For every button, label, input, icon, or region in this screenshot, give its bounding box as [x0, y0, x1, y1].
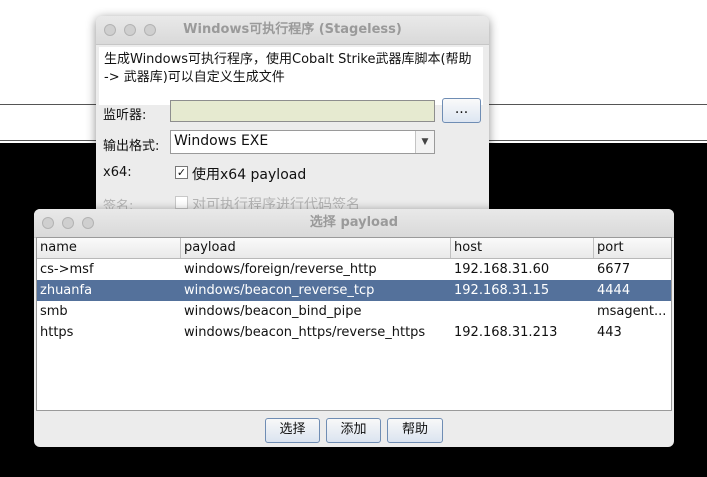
description-text: 生成Windows可执行程序，使用Cobalt Strike武器库脚本(帮助 -… — [99, 47, 483, 105]
cell-name: smb — [40, 304, 68, 319]
listener-field[interactable] — [170, 100, 435, 122]
listener-label: 监听器: — [103, 108, 147, 123]
table-header: name payload host port — [37, 238, 671, 259]
x64-label: x64: — [103, 165, 132, 180]
cell-name: zhuanfa — [40, 283, 93, 298]
cell-payload: windows/beacon_https/reverse_https — [184, 325, 426, 340]
table-row[interactable]: https windows/beacon_https/reverse_https… — [37, 322, 671, 343]
cell-port: 443 — [597, 325, 622, 340]
column-header-name[interactable]: name — [37, 238, 181, 258]
title-bar[interactable]: 选择 payload — [34, 209, 674, 238]
payload-table: name payload host port cs->msf windows/f… — [36, 237, 672, 411]
column-header-payload[interactable]: payload — [181, 238, 451, 258]
sign-checkbox[interactable] — [175, 196, 188, 209]
x64-checkbox-label: 使用x64 payload — [192, 167, 307, 183]
choose-button[interactable]: 选择 — [265, 418, 320, 443]
browse-listener-button[interactable]: ... — [442, 98, 481, 123]
add-button[interactable]: 添加 — [326, 418, 381, 443]
cell-host: 192.168.31.15 — [454, 283, 550, 298]
chevron-down-icon[interactable]: ▼ — [415, 131, 434, 153]
format-select[interactable]: Windows EXE ▼ — [170, 130, 435, 154]
cell-payload: windows/beacon_bind_pipe — [184, 304, 362, 319]
cell-payload: windows/beacon_reverse_tcp — [184, 283, 375, 298]
dialog-title: Windows可执行程序 (Stageless) — [183, 22, 402, 37]
format-select-value: Windows EXE — [174, 133, 269, 149]
cell-host: 192.168.31.213 — [454, 325, 558, 340]
payload-chooser-dialog: 选择 payload name payload host port cs->ms… — [34, 209, 674, 447]
format-label: 输出格式: — [103, 139, 160, 154]
table-row[interactable]: cs->msf windows/foreign/reverse_http 192… — [37, 259, 671, 280]
cell-payload: windows/foreign/reverse_http — [184, 262, 377, 277]
cell-host: 192.168.31.60 — [454, 262, 550, 277]
cell-name: cs->msf — [40, 262, 94, 277]
column-header-host[interactable]: host — [451, 238, 594, 258]
cell-name: https — [40, 325, 74, 340]
table-row[interactable]: smb windows/beacon_bind_pipe msagent... — [37, 301, 671, 322]
cell-port: msagent... — [597, 304, 667, 319]
help-button[interactable]: 帮助 — [387, 418, 443, 443]
cell-port: 4444 — [597, 283, 631, 298]
table-row-selected[interactable]: zhuanfa windows/beacon_reverse_tcp 192.1… — [37, 280, 671, 301]
dialog-title: 选择 payload — [309, 215, 399, 230]
x64-checkbox[interactable]: ✓ — [175, 166, 188, 179]
cell-port: 6677 — [597, 262, 631, 277]
title-bar[interactable]: Windows可执行程序 (Stageless) — [96, 16, 489, 45]
stageless-dialog: Windows可执行程序 (Stageless) 生成Windows可执行程序，… — [96, 16, 489, 226]
cell-host — [451, 301, 594, 322]
column-header-port[interactable]: port — [594, 238, 671, 258]
